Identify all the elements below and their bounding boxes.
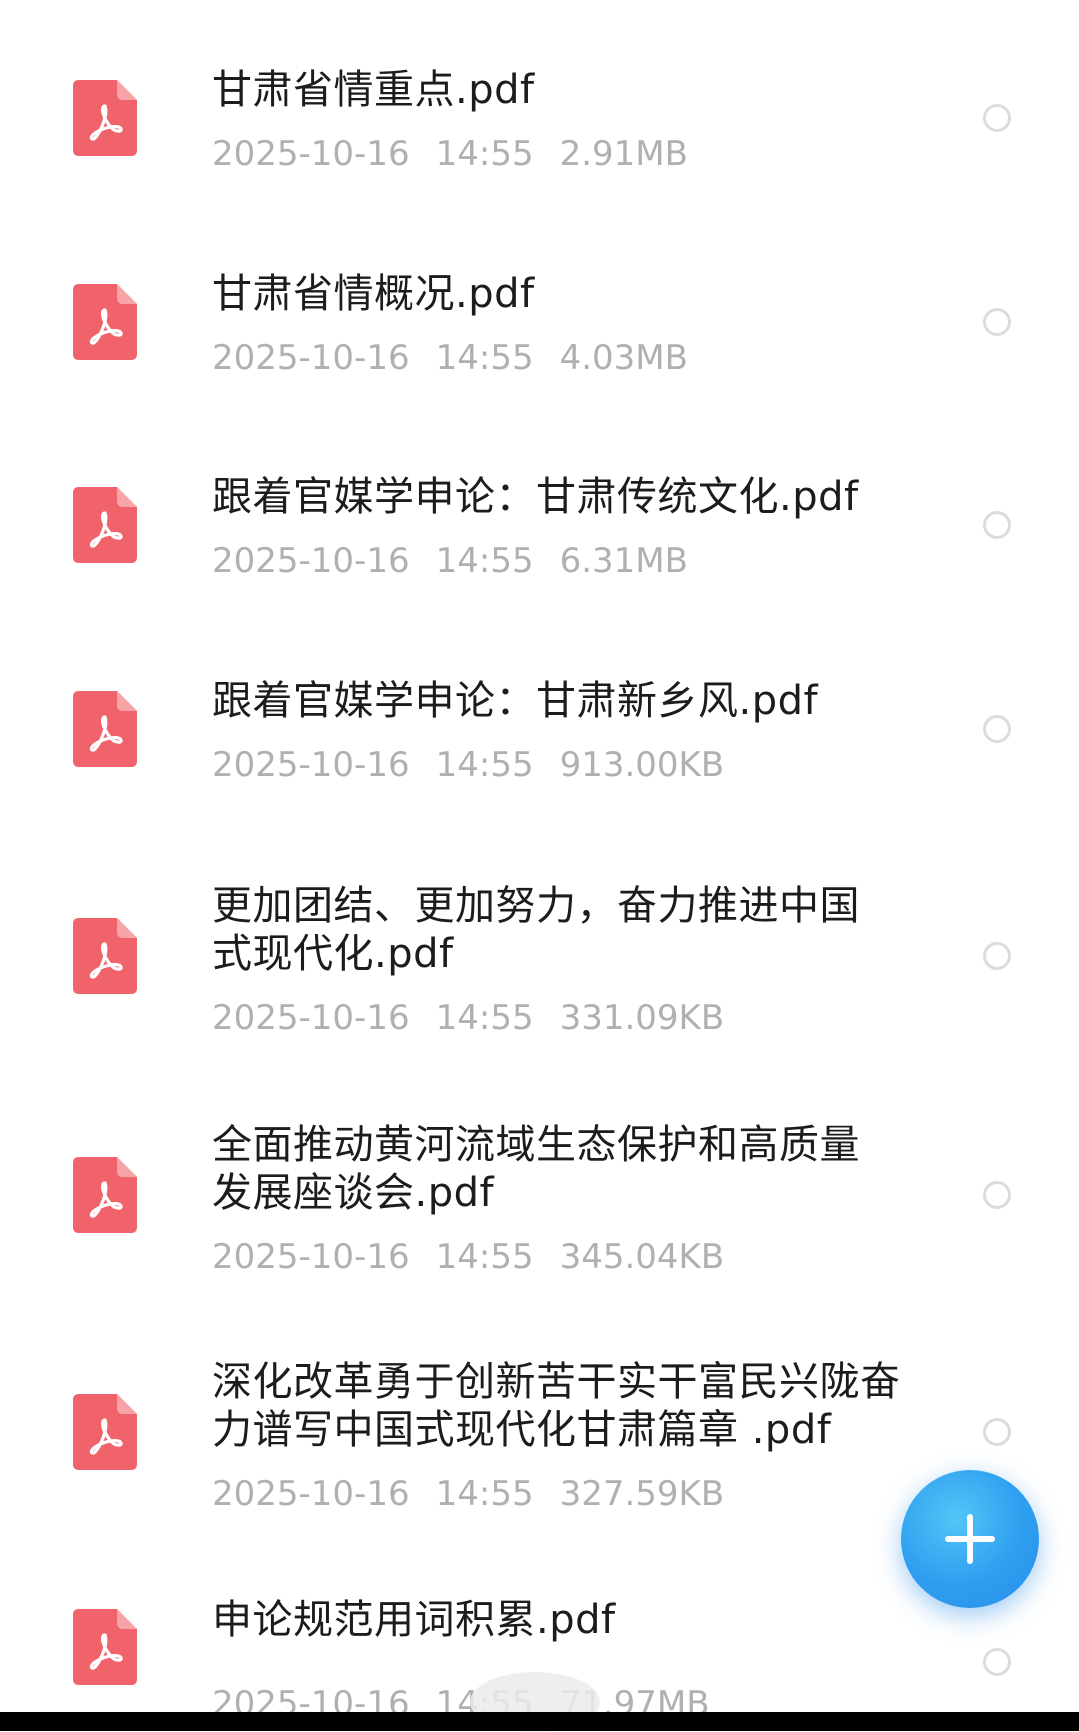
file-time: 14:55 bbox=[435, 1474, 534, 1514]
file-time: 14:55 bbox=[435, 1237, 534, 1277]
navigation-bar bbox=[0, 1712, 1079, 1731]
select-radio[interactable] bbox=[983, 942, 1011, 970]
pdf-file-icon bbox=[73, 284, 137, 360]
file-size: 345.04KB bbox=[559, 1237, 725, 1277]
file-meta: 2025-10-16 14:55 4.03MB bbox=[212, 338, 688, 378]
file-date: 2025-10-16 bbox=[212, 541, 410, 581]
file-date: 2025-10-16 bbox=[212, 338, 410, 378]
file-time: 14:55 bbox=[435, 998, 534, 1038]
pdf-file-icon bbox=[73, 918, 137, 994]
select-radio[interactable] bbox=[983, 308, 1011, 336]
select-radio[interactable] bbox=[983, 1418, 1011, 1446]
file-meta: 2025-10-16 14:55 331.09KB bbox=[212, 998, 724, 1038]
pdf-file-icon bbox=[73, 487, 137, 563]
file-row[interactable]: 甘肃省情概况.pdf 2025-10-16 14:55 4.03MB bbox=[0, 200, 1079, 405]
file-time: 14:55 bbox=[435, 134, 534, 174]
select-radio[interactable] bbox=[983, 715, 1011, 743]
file-name: 申论规范用词积累.pdf bbox=[212, 1597, 616, 1643]
file-row[interactable]: 更加团结、更加努力，奋力推进中国式现代化.pdf 2025-10-16 14:55… bbox=[0, 810, 1079, 1055]
plus-icon bbox=[967, 1514, 973, 1564]
file-row[interactable]: 跟着官媒学申论：甘肃传统文化.pdf 2025-10-16 14:55 6.31MB bbox=[0, 405, 1079, 610]
file-name: 跟着官媒学申论：甘肃新乡风.pdf bbox=[212, 678, 819, 724]
file-size: 331.09KB bbox=[559, 998, 725, 1038]
file-time: 14:55 bbox=[435, 338, 534, 378]
file-date: 2025-10-16 bbox=[212, 745, 410, 785]
file-size: 6.31MB bbox=[559, 541, 688, 581]
file-size: 913.00KB bbox=[559, 745, 725, 785]
add-file-button[interactable] bbox=[901, 1470, 1039, 1608]
select-radio[interactable] bbox=[983, 511, 1011, 539]
file-list: 甘肃省情重点.pdf 2025-10-16 14:55 2.91MB 甘肃省情概况.… bbox=[0, 0, 1079, 1731]
file-date: 2025-10-16 bbox=[212, 998, 410, 1038]
file-row[interactable]: 全面推动黄河流域生态保护和高质量发展座谈会.pdf 2025-10-16 14:5… bbox=[0, 1055, 1079, 1290]
file-row[interactable]: 深化改革勇于创新苦干实干富民兴陇奋力谱写中国式现代化甘肃篇章 .pdf 2025… bbox=[0, 1290, 1079, 1520]
file-row[interactable]: 甘肃省情重点.pdf 2025-10-16 14:55 2.91MB bbox=[0, 0, 1079, 200]
file-name: 更加团结、更加努力，奋力推进中国式现代化.pdf bbox=[212, 883, 860, 977]
pdf-file-icon bbox=[73, 1394, 137, 1470]
file-date: 2025-10-16 bbox=[212, 1237, 410, 1277]
file-meta: 2025-10-16 14:55 2.91MB bbox=[212, 134, 688, 174]
file-row[interactable]: 跟着官媒学申论：甘肃新乡风.pdf 2025-10-16 14:55 913.00K… bbox=[0, 610, 1079, 810]
file-time: 14:55 bbox=[435, 541, 534, 581]
file-size: 4.03MB bbox=[559, 338, 688, 378]
pdf-file-icon bbox=[73, 691, 137, 767]
file-date: 2025-10-16 bbox=[212, 1474, 410, 1514]
file-name: 甘肃省情重点.pdf bbox=[212, 67, 535, 113]
file-meta: 2025-10-16 14:55 913.00KB bbox=[212, 745, 724, 785]
file-meta: 2025-10-16 14:55 345.04KB bbox=[212, 1237, 724, 1277]
file-size: 327.59KB bbox=[559, 1474, 725, 1514]
select-radio[interactable] bbox=[983, 104, 1011, 132]
file-name: 甘肃省情概况.pdf bbox=[212, 271, 535, 317]
file-meta: 2025-10-16 14:55 6.31MB bbox=[212, 541, 688, 581]
pdf-file-icon bbox=[73, 80, 137, 156]
file-name: 全面推动黄河流域生态保护和高质量发展座谈会.pdf bbox=[212, 1122, 860, 1216]
file-name: 深化改革勇于创新苦干实干富民兴陇奋力谱写中国式现代化甘肃篇章 .pdf bbox=[212, 1359, 901, 1453]
file-meta: 2025-10-16 14:55 327.59KB bbox=[212, 1474, 724, 1514]
file-date: 2025-10-16 bbox=[212, 134, 410, 174]
file-name: 跟着官媒学申论：甘肃传统文化.pdf bbox=[212, 474, 859, 520]
pdf-file-icon bbox=[73, 1157, 137, 1233]
select-radio[interactable] bbox=[983, 1181, 1011, 1209]
file-size: 2.91MB bbox=[559, 134, 688, 174]
file-time: 14:55 bbox=[435, 745, 534, 785]
select-radio[interactable] bbox=[983, 1648, 1011, 1676]
pdf-file-icon bbox=[73, 1609, 137, 1685]
